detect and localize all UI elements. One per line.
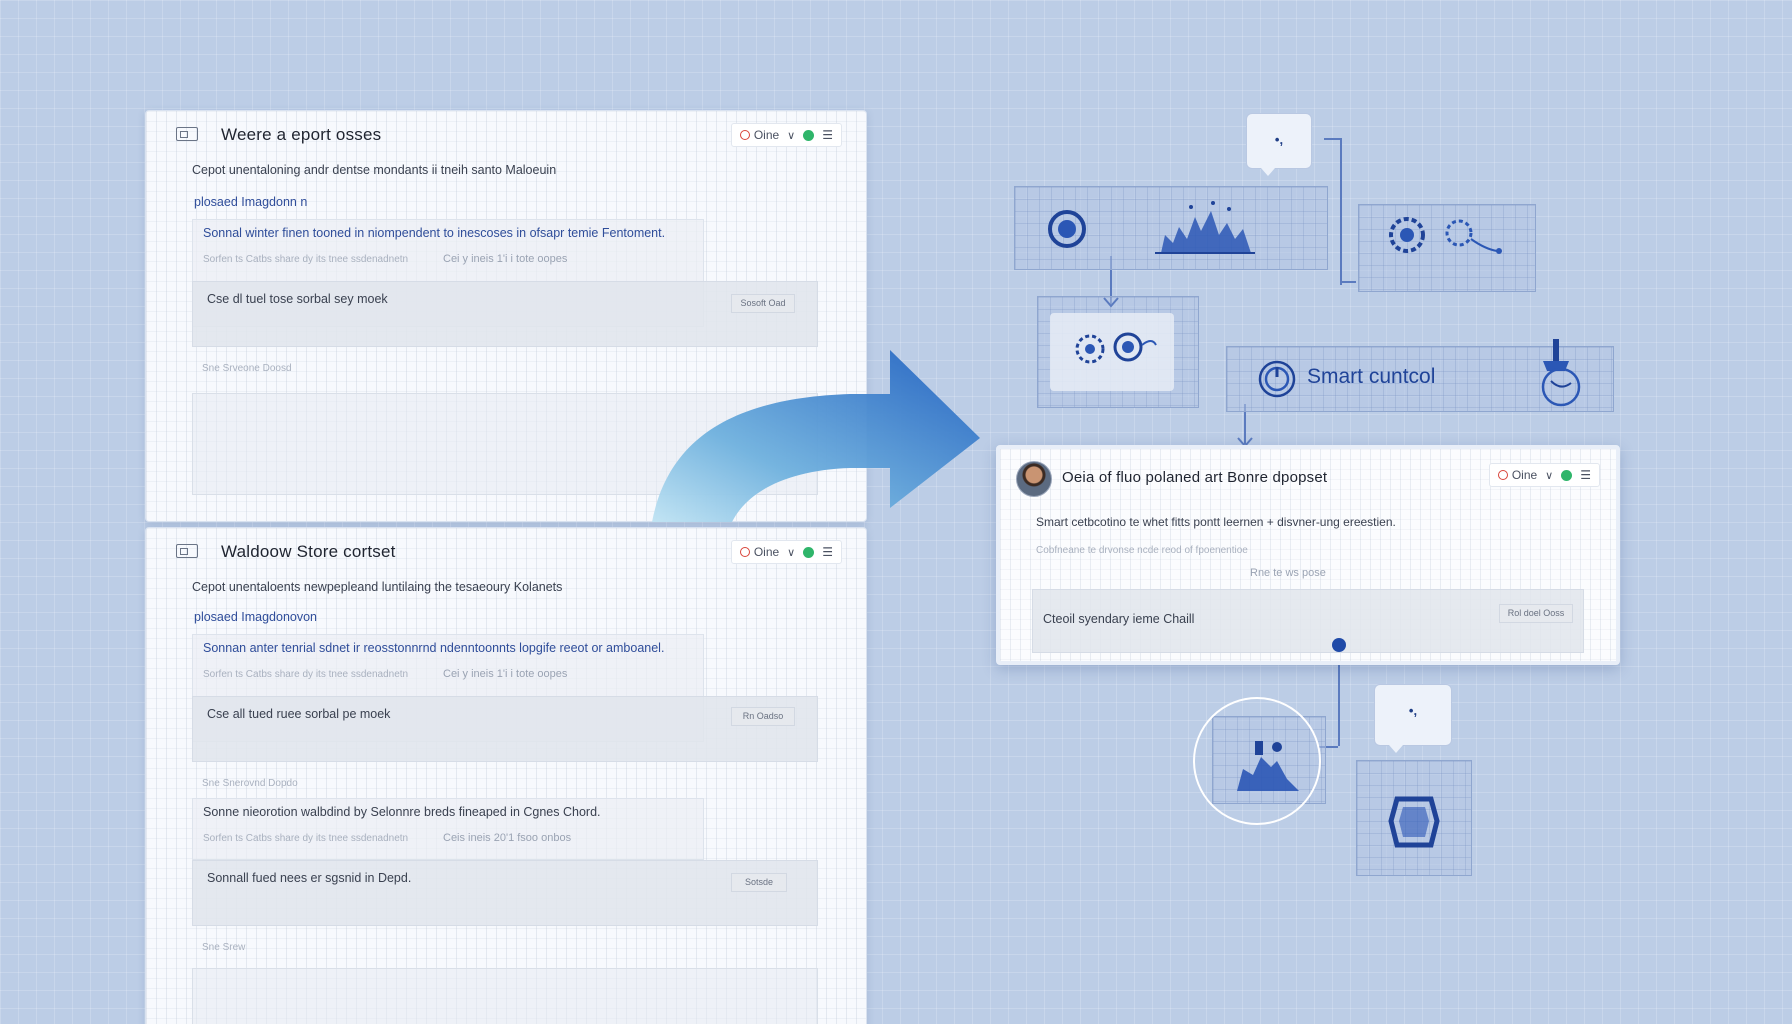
status-circle-icon [1497,470,1508,480]
inner-card-tag[interactable]: Rol doel Ooss [1499,604,1573,623]
card-meta-faint: Sorfen ts Catbs share dy its tnee ssdena… [203,833,409,844]
window-controls[interactable]: Oine ∨ ☰ [1488,463,1600,487]
chevron-down-icon[interactable]: ∨ [787,546,795,559]
online-indicator-icon [803,546,815,558]
menu-icon[interactable]: ☰ [1580,468,1591,482]
window-header: Waldoow Store cortset Oine ∨ ☰ [146,528,866,568]
touch-control-icon [1541,339,1581,407]
inner-card-2[interactable]: Sonnall fued nees er sgsnid in Depd. Sot… [192,860,818,926]
transition-arrow-icon [652,350,980,522]
menu-icon[interactable]: ☰ [822,128,833,142]
section-link[interactable]: plosaed Imagdonn n [194,195,307,209]
inner-card-text: Sonnall fued nees er sgsnid in Depd. [207,871,412,885]
smart-control-label: Smart cuntcol [1307,365,1436,388]
card-heading: Sonnal winter finen tooned in niompenden… [203,226,666,240]
status-label: Oine [1511,468,1538,482]
chat-bubble-top[interactable]: •, [1246,113,1312,176]
online-indicator-icon [1561,469,1573,481]
avatar[interactable] [1016,461,1052,497]
power-icon [1258,360,1296,398]
online-indicator-icon [803,129,815,141]
process-gears-icon [1075,332,1157,364]
status-circle-icon [739,130,750,140]
section-label: Sne Srew [202,942,246,953]
process-tile[interactable] [1037,296,1199,408]
description-text: Cepot unentaloning andr dentse mondants … [192,163,557,177]
settings-tile[interactable] [1358,204,1536,292]
card-heading: Sonnan anter tenrial sdnet ir reosstonnr… [203,641,665,655]
card-meta-faint: Sorfen ts Catbs share dy its tnee ssdena… [203,669,409,680]
card-meta: Ceis ineis 20'1 fsoo onbos [443,832,572,844]
highlight-circle [1193,697,1321,825]
window-title: Oeia of fluo polaned art Bonre dpopset [1062,469,1328,486]
window-controls[interactable]: Oine ∨ ☰ [730,123,842,147]
status-label: Oine [753,128,780,142]
connector-line [1340,281,1356,283]
window-icon [176,127,198,141]
card-meta-faint: Sorfen ts Catbs share dy its tnee ssdena… [203,254,409,265]
status-label: Oine [753,545,780,559]
menu-icon[interactable]: ☰ [822,545,833,559]
smart-control-tile[interactable]: Smart cuntcol [1226,339,1614,412]
window-title: Weere a eport osses [221,125,382,144]
arrow-down-icon [1103,297,1119,308]
connection-node[interactable] [1332,638,1346,652]
meta-text: Rne te ws pose [1250,567,1326,579]
inner-card-tag[interactable]: Rn Oadso [731,707,795,726]
shield-icon [1388,796,1440,848]
report-window-2: Waldoow Store cortset Oine ∨ ☰ Cepot une… [145,527,867,1024]
inner-card-text: Cse all tued ruee sorbal pe moek [207,707,391,721]
card-heading: Sonne nieorotion walbdind by Selonnre br… [203,805,601,819]
description-text: Smart cetbcotino te whet fitts pontt lee… [1036,515,1396,529]
description-text: Cepot unentaloents newpepleand luntilain… [192,580,563,594]
inner-card[interactable]: Cteoil syendary ieme Chaill Rol doel Oos… [1032,589,1584,653]
gears-icon [1389,217,1502,254]
signal-monitor-tile[interactable] [1014,186,1328,270]
bubble-text: •, [1408,703,1418,718]
chevron-down-icon[interactable]: ∨ [787,129,795,142]
inner-card[interactable]: Cse all tued ruee sorbal pe moek Rn Oads… [192,696,818,762]
detail-window: Oeia of fluo polaned art Bonre dpopset O… [996,445,1620,665]
inner-card[interactable]: Cse dl tuel tose sorbal sey moek Sosoft … [192,281,818,347]
status-circle-icon [739,547,750,557]
meta-faint: Cobfneane te drvonse ncde reod of fpoene… [1036,545,1248,556]
window-header: Weere a eport osses Oine ∨ ☰ [146,111,866,151]
card-meta: Cei y ineis 1'i i tote oopes [443,668,568,680]
inner-card-text: Cse dl tuel tose sorbal sey moek [207,292,388,306]
section-link[interactable]: plosaed Imagdonovon [194,610,317,624]
section-label: Sne Snerovnd Dopdo [202,778,298,789]
signal-chart-icon [1048,201,1255,254]
window-title: Waldoow Store cortset [221,542,396,561]
inner-card-tag[interactable]: Sosoft Oad [731,294,795,313]
security-tile[interactable] [1356,760,1472,876]
empty-content-area [192,968,818,1024]
card-meta: Cei y ineis 1'i i tote oopes [443,253,568,265]
inner-card-text: Cteoil syendary ieme Chaill [1043,612,1195,626]
chevron-down-icon[interactable]: ∨ [1545,469,1553,482]
bubble-text: •, [1274,132,1284,147]
content-card-2[interactable]: Sonne nieorotion walbdind by Selonnre br… [192,798,704,860]
inner-card-tag[interactable]: Sotsde [731,873,787,892]
section-label: Sne Srveone Doosd [202,363,292,374]
window-controls[interactable]: Oine ∨ ☰ [730,540,842,564]
window-icon [176,544,198,558]
chat-bubble-bottom[interactable]: •, [1374,684,1452,753]
